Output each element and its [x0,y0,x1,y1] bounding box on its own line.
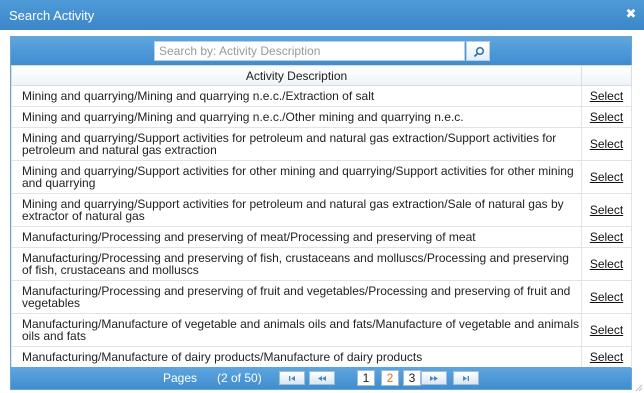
activity-description-cell: Mining and quarrying/Support activities … [11,160,582,194]
table-row: Mining and quarrying/Support activities … [11,160,632,194]
select-cell: Select [581,160,632,194]
table-row: Mining and quarrying/Mining and quarryin… [11,106,632,128]
activity-description-cell: Mining and quarrying/Support activities … [11,193,582,227]
resize-grip-icon[interactable] [635,384,643,392]
activity-description-cell: Manufacturing/Processing and preserving … [11,226,582,248]
pager-label: Pages [163,371,198,385]
table-row: Manufacturing/Manufacture of vegetable a… [11,313,632,347]
prev-page-button[interactable] [309,371,335,385]
pager: Pages (2 of 50) 123 [11,367,631,389]
select-cell: Select [581,127,632,161]
column-header-select [581,65,632,86]
select-link[interactable]: Select [590,323,623,337]
search-activity-dialog: Search Activity ✖ Activity Description [0,0,644,393]
results-panel: Activity Description Mining and quarryin… [10,36,632,390]
activity-description-cell: Manufacturing/Processing and preserving … [11,280,582,314]
activity-description-cell: Manufacturing/Manufacture of dairy produ… [11,346,582,368]
table-row: Manufacturing/Processing and preserving … [11,247,632,281]
search-toolbar [11,37,631,65]
activity-rows: Mining and quarrying/Mining and quarryin… [11,85,632,368]
select-cell: Select [581,106,632,128]
select-link[interactable]: Select [590,350,623,364]
page-number-3[interactable]: 3 [403,370,421,386]
column-header-activity-description[interactable]: Activity Description [11,65,582,86]
last-page-icon [463,376,469,381]
table-row: Mining and quarrying/Mining and quarryin… [11,85,632,107]
page-number-2[interactable]: 2 [381,370,399,386]
select-link[interactable]: Select [590,137,623,151]
table-row: Manufacturing/Processing and preserving … [11,280,632,314]
table-row: Manufacturing/Processing and preserving … [11,226,632,248]
activity-description-cell: Mining and quarrying/Support activities … [11,127,582,161]
select-link[interactable]: Select [590,290,623,304]
dialog-title: Search Activity [9,8,95,23]
page-number-1[interactable]: 1 [357,370,375,386]
search-input[interactable] [154,41,465,61]
select-cell: Select [581,193,632,227]
select-link[interactable]: Select [590,89,623,103]
search-button[interactable] [466,41,490,61]
activity-description-cell: Manufacturing/Manufacture of vegetable a… [11,313,582,347]
activity-description-cell: Manufacturing/Processing and preserving … [11,247,582,281]
select-link[interactable]: Select [590,110,623,124]
select-cell: Select [581,247,632,281]
table-row: Mining and quarrying/Support activities … [11,193,632,227]
select-cell: Select [581,280,632,314]
pager-count: (2 of 50) [217,371,262,385]
last-page-button[interactable] [453,371,479,385]
select-cell: Select [581,85,632,107]
select-link[interactable]: Select [590,257,623,271]
select-link[interactable]: Select [590,170,623,184]
select-cell: Select [581,346,632,368]
prev-page-icon [318,376,326,381]
close-icon[interactable]: ✖ [624,7,638,21]
activity-description-cell: Mining and quarrying/Mining and quarryin… [11,85,582,107]
next-page-button[interactable] [421,371,447,385]
activity-description-cell: Mining and quarrying/Mining and quarryin… [11,106,582,128]
select-link[interactable]: Select [590,203,623,217]
select-link[interactable]: Select [590,230,623,244]
dialog-titlebar[interactable]: Search Activity ✖ [0,0,644,30]
table-row: Mining and quarrying/Support activities … [11,127,632,161]
select-cell: Select [581,313,632,347]
next-page-icon [430,376,438,381]
table-row: Manufacturing/Manufacture of dairy produ… [11,346,632,368]
search-icon [473,46,485,58]
first-page-icon [289,376,295,381]
activity-table: Activity Description Mining and quarryin… [11,65,632,368]
select-cell: Select [581,226,632,248]
first-page-button[interactable] [279,371,305,385]
